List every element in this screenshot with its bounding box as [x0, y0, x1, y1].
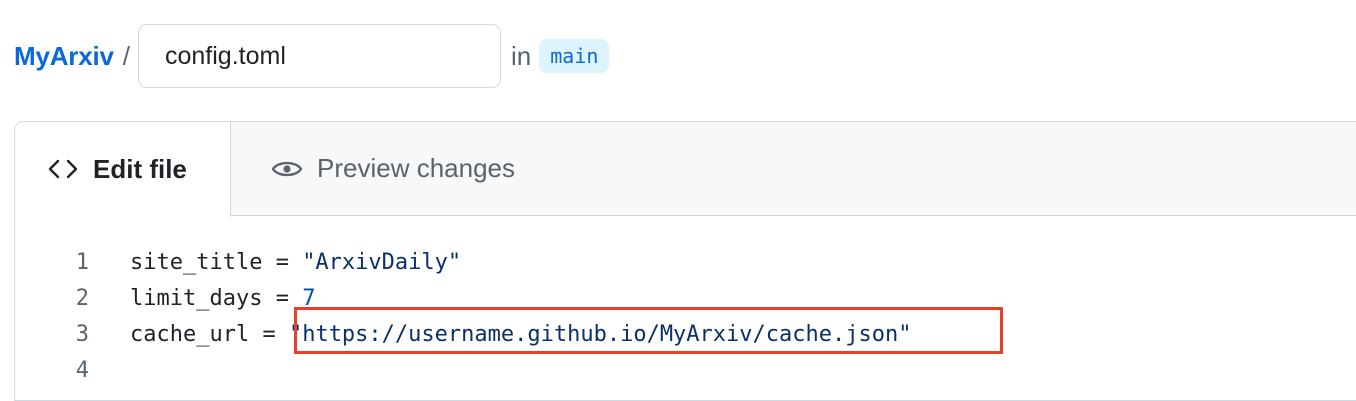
path-separator: / — [122, 40, 130, 71]
file-path-header: MyArxiv / in main — [14, 24, 610, 88]
code-key: limit_days = — [130, 285, 303, 311]
code-line: 1 site_title = "ArxivDaily" — [15, 244, 1356, 280]
code-text: cache_url = "https://username.github.io/… — [130, 322, 911, 347]
tab-preview-changes-label: Preview changes — [317, 153, 515, 183]
code-key: site_title = — [130, 249, 303, 275]
code-text: site_title = "ArxivDaily" — [130, 250, 461, 275]
repo-link[interactable]: MyArxiv — [14, 41, 114, 72]
filename-input[interactable] — [138, 24, 501, 88]
code-icon — [48, 160, 78, 179]
editor-tabbar: Edit file Preview changes — [15, 122, 1356, 217]
code-string: "ArxivDaily" — [302, 249, 462, 275]
line-number: 3 — [75, 321, 89, 347]
branch-badge[interactable]: main — [539, 39, 610, 73]
tab-edit-file-label: Edit file — [93, 153, 187, 184]
code-text: limit_days = 7 — [130, 286, 315, 311]
tab-preview-changes[interactable]: Preview changes — [231, 122, 515, 215]
file-editor: Edit file Preview changes 1 site_title =… — [14, 121, 1356, 401]
code-line: 4 — [15, 352, 1356, 388]
eye-icon — [271, 161, 303, 176]
line-number: 1 — [75, 249, 89, 275]
code-number: 7 — [302, 285, 316, 311]
code-key: cache_url = — [130, 321, 289, 347]
code-string: "https://username.github.io/MyArxiv/cach… — [288, 321, 912, 347]
code-area[interactable]: 1 site_title = "ArxivDaily" 2 limit_days… — [15, 216, 1356, 388]
line-number: 4 — [75, 357, 89, 383]
code-line: 2 limit_days = 7 — [15, 280, 1356, 316]
in-label: in — [511, 40, 532, 71]
line-number: 2 — [75, 285, 89, 311]
tab-edit-file[interactable]: Edit file — [15, 122, 231, 217]
code-line: 3 cache_url = "https://username.github.i… — [15, 316, 1356, 352]
